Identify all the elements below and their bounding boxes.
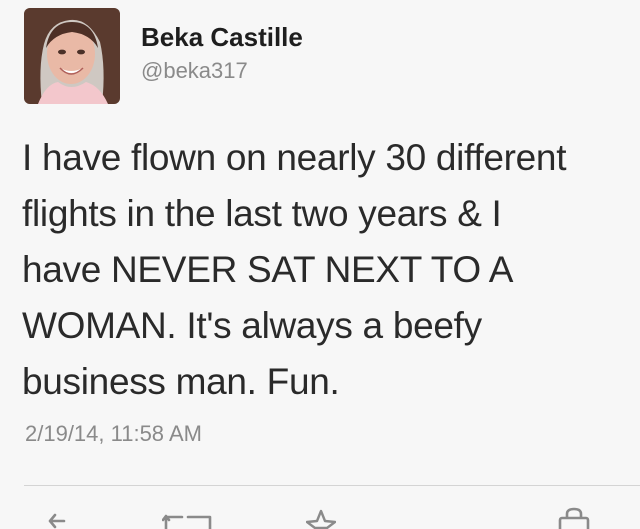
avatar-photo: [24, 8, 120, 104]
author-handle[interactable]: @beka317: [141, 58, 248, 84]
share-icon: [558, 507, 590, 529]
avatar[interactable]: [24, 8, 120, 104]
retweet-icon: [162, 514, 212, 529]
tweet-text: I have flown on nearly 30 different flig…: [22, 130, 622, 410]
share-button[interactable]: [556, 505, 592, 529]
tweet-text-line: business man. Fun.: [22, 361, 340, 402]
tweet-timestamp: 2/19/14, 11:58 AM: [25, 421, 202, 446]
tweet-text-line: WOMAN. It's always a beefy: [22, 305, 482, 346]
divider: [24, 485, 640, 486]
reply-icon: [48, 513, 66, 529]
tweet-text-line: have NEVER SAT NEXT TO A: [22, 249, 514, 290]
tweet-card: Beka Castille @beka317 I have flown on n…: [0, 0, 640, 529]
reply-button[interactable]: [44, 505, 68, 529]
retweet-button[interactable]: [162, 505, 216, 529]
favorite-icon: [306, 509, 336, 529]
favorite-button[interactable]: [306, 505, 336, 529]
tweet-text-line: flights in the last two years & I: [22, 193, 502, 234]
tweet-text-line: I have flown on nearly 30 different: [22, 137, 567, 178]
author-display-name[interactable]: Beka Castille: [141, 22, 303, 53]
